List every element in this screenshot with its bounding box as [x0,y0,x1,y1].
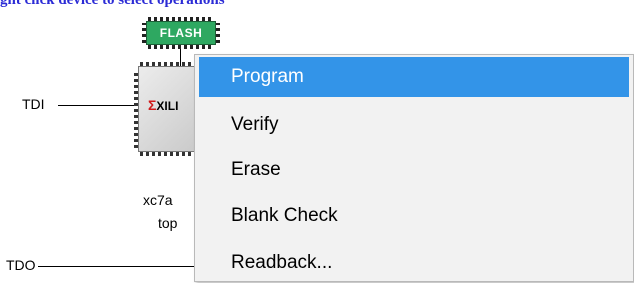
xilinx-logo: ΣXILI [148,97,178,113]
tdi-label: TDI [22,96,45,112]
flash-pins-right [216,23,220,43]
menu-item-readback[interactable]: Readback... [199,243,629,283]
flash-pins-bottom [148,45,214,49]
tdo-label: TDO [6,257,36,273]
flash-chip[interactable]: FLASH [146,21,216,45]
device-name-label: xc7a [143,192,173,208]
tdi-line [58,105,136,106]
xilinx-logo-text: XILI [156,99,179,113]
tdo-line [38,266,194,267]
menu-item-blank-check[interactable]: Blank Check [199,196,629,236]
device-context-menu: Program Verify Erase Blank Check Readbac… [194,54,634,282]
menu-item-erase[interactable]: Erase [199,150,629,190]
menu-item-program[interactable]: Program [199,57,629,97]
device-file-label: top [158,215,178,231]
menu-item-verify[interactable]: Verify [199,105,629,145]
jtag-chain-canvas: ght click device to select operations TD… [0,0,634,282]
fpga-pins-bottom [140,152,200,156]
instruction-hint: ght click device to select operations [0,0,225,8]
